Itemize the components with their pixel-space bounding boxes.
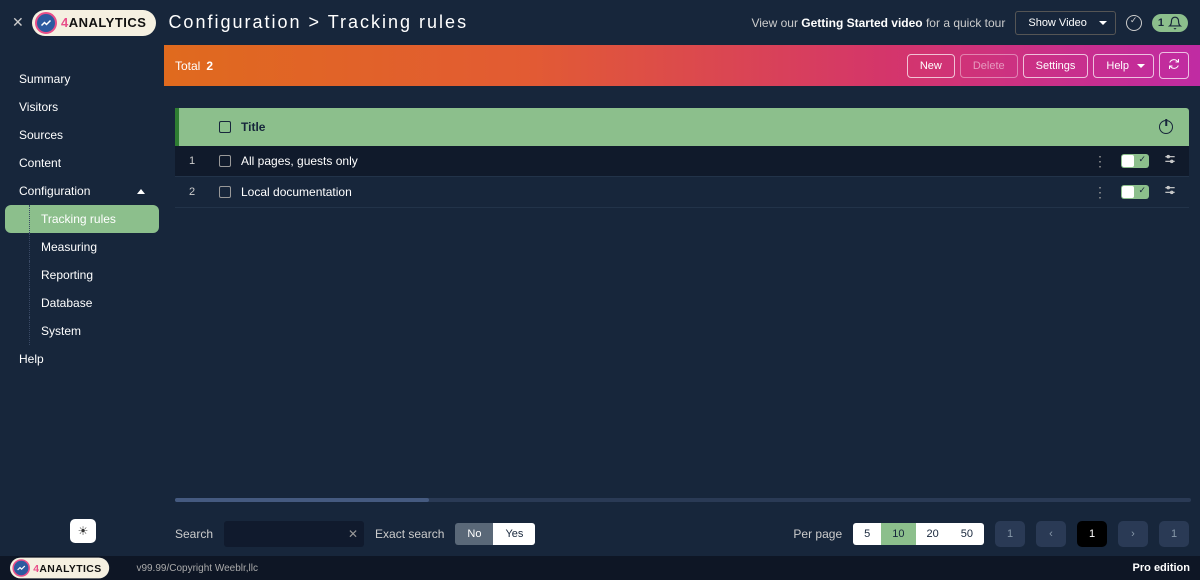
row-title[interactable]: All pages, guests only bbox=[241, 154, 1093, 168]
exact-no-button[interactable]: No bbox=[455, 523, 493, 545]
table-header: Title bbox=[175, 108, 1189, 146]
nav-measuring[interactable]: Measuring bbox=[5, 233, 159, 261]
row-checkbox[interactable] bbox=[209, 186, 241, 198]
per-page-buttons: 5 10 20 50 bbox=[853, 523, 984, 545]
exact-search-toggle: No Yes bbox=[455, 523, 535, 545]
exact-yes-button[interactable]: Yes bbox=[493, 523, 535, 545]
nav-summary[interactable]: Summary bbox=[5, 65, 159, 93]
logo-text: 4ANALYTICS bbox=[61, 15, 146, 30]
row-checkbox[interactable] bbox=[209, 155, 241, 167]
current-page-pill: 1 bbox=[1077, 521, 1107, 547]
help-button[interactable]: Help bbox=[1093, 54, 1154, 78]
footer-copyright: Copyright Weeblr,llc bbox=[169, 563, 258, 574]
search-label: Search bbox=[175, 527, 213, 541]
search-input[interactable] bbox=[224, 521, 364, 547]
select-all-checkbox[interactable] bbox=[209, 121, 241, 133]
edition-label: Pro edition bbox=[1133, 562, 1190, 574]
total-label: Total2 bbox=[175, 59, 213, 73]
logo-chart-icon bbox=[12, 559, 30, 577]
clear-search-icon[interactable]: ✕ bbox=[348, 527, 358, 541]
nav-configuration[interactable]: Configuration bbox=[5, 177, 159, 205]
header-right: View our Getting Started video for a qui… bbox=[751, 11, 1188, 35]
prev-page-button[interactable]: ‹ bbox=[1036, 521, 1066, 547]
tour-text: View our Getting Started video for a qui… bbox=[751, 16, 1005, 30]
notification-pill[interactable]: 1 bbox=[1152, 14, 1188, 32]
refresh-button[interactable] bbox=[1159, 52, 1189, 79]
nav-sources[interactable]: Sources bbox=[5, 121, 159, 149]
delete-button[interactable]: Delete bbox=[960, 54, 1018, 78]
breadcrumb: Configuration > Tracking rules bbox=[168, 12, 468, 33]
nav-reporting[interactable]: Reporting bbox=[5, 261, 159, 289]
per-page-5[interactable]: 5 bbox=[853, 523, 881, 545]
table-row[interactable]: 2 Local documentation ⋮ bbox=[175, 177, 1189, 208]
row-title[interactable]: Local documentation bbox=[241, 185, 1093, 199]
per-page-50[interactable]: 50 bbox=[950, 523, 984, 545]
per-page-10[interactable]: 10 bbox=[881, 523, 915, 545]
per-page-label: Per page bbox=[793, 527, 842, 541]
table-row[interactable]: 1 All pages, guests only ⋮ bbox=[175, 146, 1189, 177]
first-page-pill[interactable]: 1 bbox=[995, 521, 1025, 547]
next-page-button[interactable]: › bbox=[1118, 521, 1148, 547]
row-index: 1 bbox=[175, 155, 209, 167]
nav-system[interactable]: System bbox=[5, 317, 159, 345]
row-settings-icon[interactable] bbox=[1163, 152, 1177, 171]
nav-tracking-rules[interactable]: Tracking rules bbox=[5, 205, 159, 233]
nav-help[interactable]: Help bbox=[5, 345, 159, 373]
footer-logo[interactable]: 4ANALYTICS bbox=[10, 558, 110, 579]
per-page-20[interactable]: 20 bbox=[916, 523, 950, 545]
settings-button[interactable]: Settings bbox=[1023, 54, 1089, 78]
close-icon[interactable]: ✕ bbox=[12, 14, 32, 31]
row-menu-icon[interactable]: ⋮ bbox=[1093, 154, 1107, 168]
logo-badge[interactable]: 4ANALYTICS bbox=[32, 10, 156, 36]
row-enabled-toggle[interactable] bbox=[1121, 185, 1149, 199]
logo-chart-icon bbox=[35, 12, 57, 34]
horizontal-scrollbar[interactable] bbox=[175, 498, 1191, 502]
chevron-up-icon bbox=[137, 189, 145, 194]
row-enabled-toggle[interactable] bbox=[1121, 154, 1149, 168]
exact-search-label: Exact search bbox=[375, 527, 444, 541]
row-index: 2 bbox=[175, 186, 209, 198]
sidebar: Summary Visitors Sources Content Configu… bbox=[0, 45, 164, 556]
nav-content[interactable]: Content bbox=[5, 149, 159, 177]
footer-version: v99.99 bbox=[136, 563, 166, 574]
last-page-pill[interactable]: 1 bbox=[1159, 521, 1189, 547]
power-icon[interactable] bbox=[1159, 120, 1173, 134]
table-wrap: Title 1 All pages, guests only ⋮ 2 Local… bbox=[164, 86, 1200, 512]
row-settings-icon[interactable] bbox=[1163, 183, 1177, 202]
table-footer: Search ✕ Exact search No Yes Per page 5 … bbox=[164, 512, 1200, 556]
row-menu-icon[interactable]: ⋮ bbox=[1093, 185, 1107, 199]
column-title[interactable]: Title bbox=[241, 120, 1119, 134]
new-button[interactable]: New bbox=[907, 54, 955, 78]
theme-toggle-button[interactable] bbox=[70, 519, 96, 543]
app-footer: 4ANALYTICS v99.99 / Copyright Weeblr,llc… bbox=[0, 556, 1200, 580]
nav-visitors[interactable]: Visitors bbox=[5, 93, 159, 121]
action-bar: Total2 New Delete Settings Help bbox=[164, 45, 1200, 86]
status-check-icon[interactable] bbox=[1126, 15, 1142, 31]
show-video-button[interactable]: Show Video bbox=[1015, 11, 1116, 35]
main-panel: Total2 New Delete Settings Help Title 1 … bbox=[164, 45, 1200, 556]
top-header: ✕ 4ANALYTICS Configuration > Tracking ru… bbox=[0, 0, 1200, 45]
nav-database[interactable]: Database bbox=[5, 289, 159, 317]
